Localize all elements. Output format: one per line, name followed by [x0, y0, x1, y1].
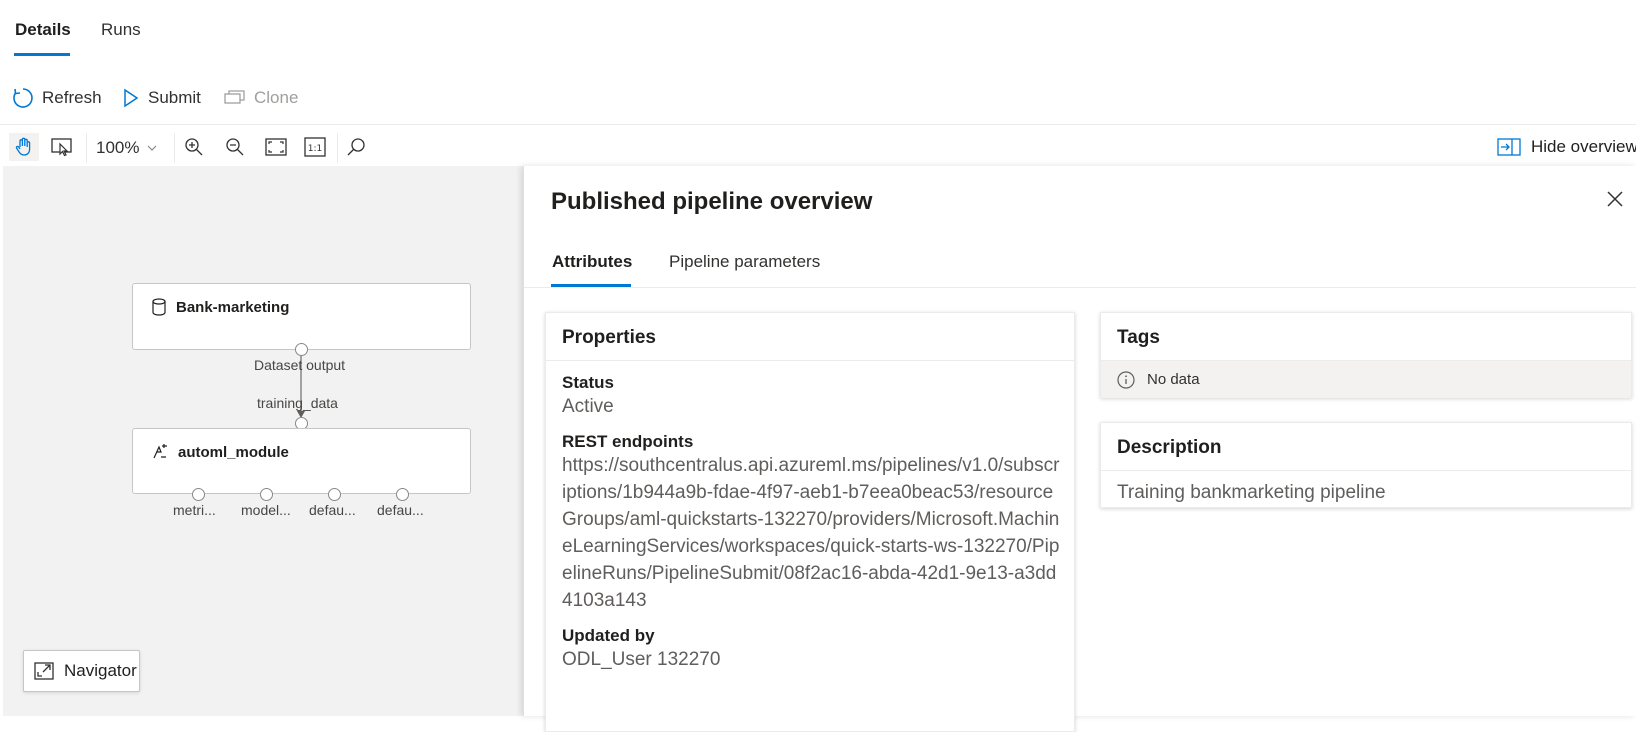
fit-screen-icon [265, 138, 287, 156]
status-label: Status [562, 373, 614, 392]
properties-header: Properties [546, 313, 1074, 361]
hand-icon [15, 137, 31, 156]
toolbar-divider [337, 133, 338, 163]
node-title: Bank-marketing [176, 298, 290, 316]
select-cursor-icon [51, 138, 72, 157]
description-card: Description Training bankmarketing pipel… [1100, 422, 1632, 508]
port-label: training_data [257, 395, 338, 411]
description-value: Training bankmarketing pipeline [1117, 482, 1386, 503]
pipeline-node-bank-marketing[interactable]: Bank-marketing [132, 283, 471, 350]
updated-by-label: Updated by [562, 626, 655, 645]
port-label: model... [241, 502, 291, 518]
automl-icon [153, 444, 167, 459]
submit-label: Submit [148, 88, 201, 107]
description-header: Description [1101, 423, 1631, 471]
actual-size-icon: 1:1 [304, 137, 326, 157]
rest-endpoint-value: https://southcentralus.api.azureml.ms/pi… [562, 455, 1060, 611]
tags-card: Tags No data [1100, 312, 1632, 398]
output-port[interactable] [328, 488, 341, 501]
dataset-icon [152, 298, 166, 316]
no-data-text: No data [1147, 371, 1200, 388]
info-icon [1117, 370, 1135, 389]
rest-endpoints-label: REST endpoints [562, 432, 694, 451]
tab-pipeline-parameters[interactable]: Pipeline parameters [669, 252, 820, 272]
tab-attributes[interactable]: Attributes [552, 252, 632, 272]
hide-overview-label: Hide overview [1531, 137, 1636, 156]
overview-panel: Published pipeline overview Attributes P… [523, 166, 1636, 732]
close-button[interactable] [1602, 186, 1628, 212]
panel-title: Published pipeline overview [551, 188, 873, 215]
zoom-out-button[interactable] [220, 133, 250, 161]
refresh-button[interactable]: Refresh [12, 86, 102, 110]
tab-details[interactable]: Details [15, 20, 71, 40]
zoom-out-icon [226, 138, 244, 156]
clone-icon [224, 90, 245, 104]
status-value: Active [562, 396, 614, 417]
tags-empty-state: No data [1101, 361, 1631, 398]
hide-overview-button[interactable]: Hide overview [1497, 133, 1636, 161]
output-port[interactable] [295, 343, 308, 356]
chevron-down-icon [148, 145, 157, 151]
tab-runs[interactable]: Runs [101, 20, 141, 40]
navigator-button[interactable]: Navigator [23, 650, 140, 692]
clone-button[interactable]: Clone [224, 86, 298, 110]
toolbar-divider [174, 133, 175, 163]
output-port[interactable] [396, 488, 409, 501]
search-button[interactable] [341, 133, 371, 161]
pipeline-node-automl-module[interactable]: automl_module [132, 428, 471, 494]
port-label: defau... [377, 502, 424, 518]
port-label: Dataset output [254, 357, 346, 373]
pipeline-canvas[interactable]: Bank-marketing Dataset output training_d… [3, 166, 523, 716]
refresh-label: Refresh [42, 88, 102, 107]
port-label: defau... [309, 502, 356, 518]
fit-to-screen-button[interactable] [261, 133, 291, 161]
navigator-icon [34, 662, 54, 680]
zoom-dropdown[interactable]: 100% [96, 135, 168, 161]
output-port[interactable] [192, 488, 205, 501]
output-port[interactable] [260, 488, 273, 501]
actual-size-button[interactable]: 1:1 [300, 133, 330, 161]
zoom-value: 100% [96, 138, 140, 157]
zoom-in-button[interactable] [179, 133, 209, 161]
updated-by-value: ODL_User 132270 [562, 649, 721, 670]
refresh-icon [13, 88, 33, 108]
play-icon [124, 88, 139, 108]
navigator-label: Navigator [64, 661, 137, 680]
properties-card: Properties Status Active REST endpoints … [545, 312, 1075, 732]
close-icon [1607, 191, 1623, 207]
search-icon [347, 138, 365, 156]
hide-panel-icon [1497, 138, 1521, 156]
node-title: automl_module [178, 443, 289, 461]
tab-divider [524, 287, 1636, 288]
canvas-toolbar: 100% 1:1 Hide overview [0, 124, 1636, 166]
submit-button[interactable]: Submit [122, 86, 201, 110]
clone-label: Clone [254, 88, 299, 107]
zoom-in-icon [185, 138, 203, 156]
svg-text:1:1: 1:1 [308, 144, 322, 154]
pan-tool-button[interactable] [9, 133, 39, 161]
port-label: metri... [173, 502, 216, 518]
select-tool-button[interactable] [47, 133, 77, 161]
toolbar-divider [86, 133, 87, 163]
tags-header: Tags [1101, 313, 1631, 361]
tab-active-indicator [14, 53, 70, 56]
